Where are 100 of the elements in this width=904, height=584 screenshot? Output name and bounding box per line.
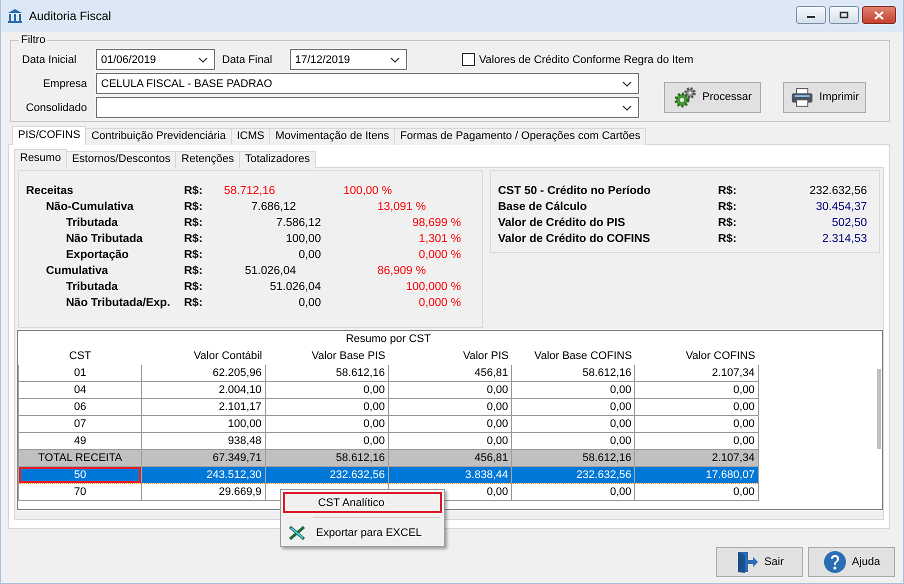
row-label: Exportação <box>65 249 130 261</box>
field-label: Data Inicial <box>21 54 78 66</box>
tab[interactable]: Resumo <box>14 149 67 168</box>
field-label: Data Final <box>222 54 274 66</box>
column-header: Valor PIS <box>388 347 512 365</box>
row-label: Valor de Crédito do COFINS <box>498 233 652 245</box>
date-field[interactable]: 17/12/2019 <box>290 49 407 70</box>
chevron-down-icon <box>198 56 208 62</box>
scrollbar-thumb[interactable] <box>877 369 881 449</box>
row-label: Tributada <box>65 281 119 293</box>
checkbox[interactable] <box>462 53 475 66</box>
currency-label: R$: <box>184 297 204 309</box>
row-label: Cumulativa <box>45 265 109 277</box>
date-field[interactable]: 01/06/2019 <box>96 49 215 70</box>
row-label: Não Tributada/Exp. <box>65 297 172 309</box>
column-header: Valor Base COFINS <box>512 347 635 365</box>
gears-icon <box>673 86 698 108</box>
amount-value: 30.454,37 <box>814 201 867 213</box>
field-label: Consolidado <box>24 102 88 114</box>
column-header: Valor Contábil <box>142 347 266 365</box>
percent-value: 100,00 % <box>342 185 393 197</box>
spreadsheet-icon <box>288 525 306 541</box>
amount-value: 7.686,12 <box>250 201 297 213</box>
amount-value: 502,50 <box>830 217 867 229</box>
tab[interactable]: Movimentação de Itens <box>269 128 396 145</box>
amount-value: 0,00 <box>298 297 321 309</box>
currency-label: R$: <box>718 185 738 197</box>
table-cell: TOTAL RECEITA <box>18 450 142 466</box>
exit-button[interactable]: Sair <box>716 547 803 577</box>
percent-value: 98,699 % <box>411 217 461 229</box>
currency-label: R$: <box>718 201 738 213</box>
row-label: Receitas <box>26 185 74 197</box>
close-icon <box>874 10 884 20</box>
column-header: Valor Base PIS <box>265 347 388 365</box>
table-cell: 0,00 <box>512 484 635 500</box>
print-button[interactable]: Imprimir <box>783 82 866 112</box>
amount-value: 232.632,56 <box>808 185 867 197</box>
currency-label: R$: <box>718 233 738 245</box>
currency-label: R$: <box>184 233 204 245</box>
tab[interactable]: PIS/COFINS <box>12 126 86 145</box>
chevron-down-icon <box>622 80 632 86</box>
close-button[interactable] <box>862 6 896 24</box>
help-button[interactable]: Ajuda <box>808 547 895 577</box>
menu-item[interactable]: Exportar para EXCEL <box>283 522 442 544</box>
tab[interactable]: ICMS <box>230 128 270 145</box>
percent-value: 86,909 % <box>376 265 427 277</box>
percent-value: 0,000 % <box>418 297 461 309</box>
percent-value: 0,000 % <box>418 249 461 261</box>
maximize-button[interactable] <box>829 6 859 24</box>
table-title: Resumo por CST <box>344 332 432 347</box>
printer-icon <box>790 86 814 108</box>
amount-value: 7.586,12 <box>275 217 321 229</box>
chevron-down-icon <box>390 56 400 62</box>
checkbox-label: Valores de Crédito Conforme Regra do Item <box>479 54 694 66</box>
tab[interactable]: Retenções <box>175 151 240 168</box>
door-exit-icon <box>735 550 760 574</box>
restore-icon <box>839 11 849 19</box>
dropdown-field[interactable]: CELULA FISCAL - BASE PADRAO <box>96 73 639 94</box>
amount-value: 0,00 <box>298 249 321 261</box>
percent-value: 13,091 % <box>376 201 427 213</box>
percent-value: 100,000 % <box>405 281 461 293</box>
row-label: CST 50 - Crédito no Período <box>498 185 652 197</box>
table-cell: 29.669,9 <box>142 484 266 500</box>
row-label: Tributada <box>65 217 119 229</box>
tab[interactable]: Estornos/Descontos <box>66 151 176 168</box>
currency-label: R$: <box>184 201 204 213</box>
tab[interactable]: Formas de Pagamento / Operações com Cartões <box>394 128 646 145</box>
currency-label: R$: <box>184 217 204 229</box>
help-icon <box>822 550 847 574</box>
row-label: Não-Cumulativa <box>45 201 135 213</box>
field-label: Empresa <box>42 78 88 90</box>
row-label: Valor de Crédito do PIS <box>498 217 626 229</box>
currency-label: R$: <box>718 217 738 229</box>
group-title: Filtro <box>20 34 46 46</box>
minimize-button[interactable] <box>796 6 826 24</box>
tab[interactable]: Totalizadores <box>239 151 316 168</box>
table-cell: 70 <box>18 484 142 500</box>
building-icon <box>7 8 23 24</box>
amount-value: 100,00 <box>284 233 321 245</box>
currency-label: R$: <box>184 185 204 197</box>
column-header: CST <box>18 347 142 365</box>
row-label: Não Tributada <box>65 233 144 245</box>
amount-value: 51.026,04 <box>244 265 297 277</box>
table-cell: 0,00 <box>634 484 758 500</box>
amount-value: 58.712,16 <box>224 185 276 197</box>
tab[interactable]: Contribuição Previdenciária <box>85 128 232 145</box>
currency-label: R$: <box>184 249 204 261</box>
currency-label: R$: <box>184 281 204 293</box>
currency-label: R$: <box>184 265 204 277</box>
chevron-down-icon <box>622 104 632 110</box>
table-cell: 50 <box>18 466 142 484</box>
percent-value: 1,301 % <box>418 233 461 245</box>
window-title: Auditoria Fiscal <box>29 9 112 23</box>
dropdown-field[interactable] <box>96 97 639 118</box>
amount-value: 2.314,53 <box>821 233 867 245</box>
amount-value: 51.026,04 <box>268 281 321 293</box>
column-header: Valor COFINS <box>634 347 758 365</box>
row-label: Base de Cálculo <box>498 201 588 213</box>
menu-item[interactable]: CST Analítico <box>283 492 442 513</box>
process-button[interactable]: Processar <box>664 82 761 112</box>
